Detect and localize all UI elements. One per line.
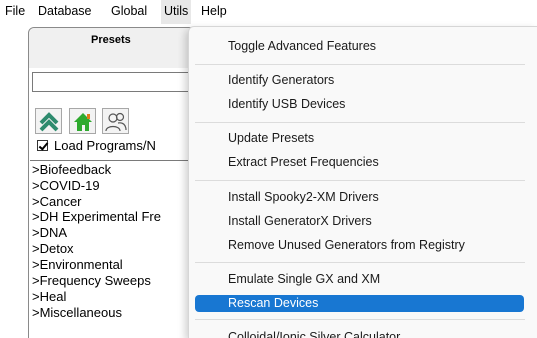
menu-file[interactable]: File xyxy=(5,4,25,18)
menu-item-label: Extract Preset Frequencies xyxy=(228,155,379,169)
users-button[interactable] xyxy=(102,108,129,134)
load-programs-checkbox[interactable] xyxy=(37,140,48,151)
utils-dropdown-menu: Toggle Advanced Features Identify Genera… xyxy=(188,26,537,338)
presets-title: Presets xyxy=(91,34,131,46)
menu-separator xyxy=(195,262,525,263)
menu-database[interactable]: Database xyxy=(38,4,92,18)
menu-item-label: Emulate Single GX and XM xyxy=(228,272,381,286)
menu-item-extract-frequencies[interactable]: Extract Preset Frequencies xyxy=(189,151,537,173)
load-programs-label: Load Programs/N xyxy=(54,138,156,153)
menu-item-label: Identify USB Devices xyxy=(228,97,346,111)
menu-item-label: Rescan Devices xyxy=(228,296,319,310)
list-item[interactable]: >DNA xyxy=(32,225,67,240)
menu-item-label: Identify Generators xyxy=(228,73,335,87)
menu-item-emulate-gx-xm[interactable]: Emulate Single GX and XM xyxy=(189,268,537,290)
menu-separator xyxy=(195,180,525,181)
menu-help[interactable]: Help xyxy=(201,4,227,18)
menu-item-label: Install GeneratorX Drivers xyxy=(228,214,372,228)
menu-item-toggle-advanced[interactable]: Toggle Advanced Features xyxy=(189,35,537,57)
list-item[interactable]: >Biofeedback xyxy=(32,162,111,177)
menu-item-label: Colloidal/Ionic Silver Calculator xyxy=(228,330,401,338)
menu-item-label: Remove Unused Generators from Registry xyxy=(228,238,465,252)
list-item[interactable]: >Environmental xyxy=(32,257,123,272)
list-item[interactable]: >COVID-19 xyxy=(32,178,100,193)
menu-item-label: Toggle Advanced Features xyxy=(228,39,377,53)
menu-item-label: Update Presets xyxy=(228,131,315,145)
menu-separator xyxy=(195,64,525,65)
list-item[interactable]: >Heal xyxy=(32,289,66,304)
menu-item-update-presets[interactable]: Update Presets xyxy=(189,127,537,149)
menu-utils[interactable]: Utils xyxy=(161,0,192,24)
menu-item-identify-generators[interactable]: Identify Generators xyxy=(189,69,537,91)
menu-separator xyxy=(195,319,525,320)
menu-separator xyxy=(195,122,525,123)
list-item[interactable]: >DH Experimental Fre xyxy=(32,209,161,224)
menu-item-remove-unused-generators[interactable]: Remove Unused Generators from Registry xyxy=(189,234,537,256)
home-button[interactable] xyxy=(69,108,96,134)
list-item[interactable]: >Cancer xyxy=(32,194,82,209)
menu-item-label: Install Spooky2-XM Drivers xyxy=(228,190,379,204)
menu-item-install-xm-drivers[interactable]: Install Spooky2-XM Drivers xyxy=(189,186,537,208)
collapse-tree-button[interactable] xyxy=(35,108,62,134)
menu-item-install-gx-drivers[interactable]: Install GeneratorX Drivers xyxy=(189,210,537,232)
home-icon xyxy=(74,113,92,131)
list-item[interactable]: >Frequency Sweeps xyxy=(32,273,151,288)
list-item[interactable]: >Miscellaneous xyxy=(32,305,122,320)
people-icon xyxy=(105,112,127,132)
menu-global[interactable]: Global xyxy=(111,4,147,18)
menu-bar: File Database Global Utils Help xyxy=(0,0,537,24)
menu-item-identify-usb[interactable]: Identify USB Devices xyxy=(189,93,537,115)
menu-item-rescan-devices[interactable]: Rescan Devices xyxy=(189,295,537,317)
up-arrows-icon xyxy=(39,112,59,132)
menu-item-silver-calculator[interactable]: Colloidal/Ionic Silver Calculator xyxy=(189,326,537,338)
list-item[interactable]: >Detox xyxy=(32,241,74,256)
